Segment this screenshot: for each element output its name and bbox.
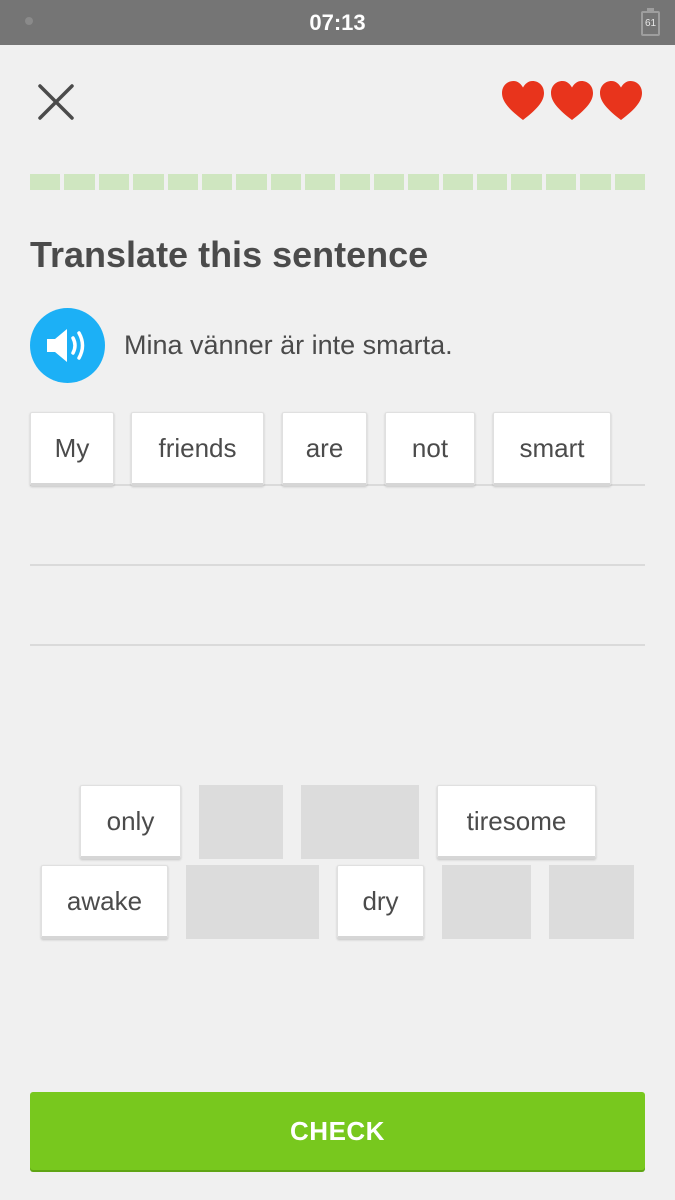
lesson-progress-bar (30, 174, 645, 190)
answer-tile-friends[interactable]: friends (131, 412, 264, 486)
heart-icon (551, 81, 593, 120)
speaker-icon (47, 329, 85, 362)
status-bar: 07:13 61 (0, 0, 675, 45)
word-bank-used-slot (442, 865, 531, 939)
answer-line (30, 564, 645, 566)
close-button[interactable] (34, 80, 78, 124)
progress-segment (201, 174, 233, 190)
progress-segment (442, 174, 474, 190)
word-bank-used-slot (199, 785, 283, 859)
word-bank-tile-only[interactable]: only (80, 785, 181, 859)
answer-tile-my[interactable]: My (30, 412, 114, 486)
progress-segment (339, 174, 370, 190)
play-audio-button[interactable] (30, 308, 105, 383)
progress-segment (167, 174, 198, 190)
word-bank-tile-dry[interactable]: dry (337, 865, 424, 939)
source-sentence: Mina vänner är inte smarta. (124, 330, 453, 360)
battery-icon: 61 (641, 8, 660, 36)
progress-segment (270, 174, 302, 190)
answer-tile-are[interactable]: are (282, 412, 367, 486)
page-title: Translate this sentence (30, 234, 429, 275)
check-button[interactable]: CHECK (30, 1092, 645, 1170)
word-bank-used-slot (549, 865, 634, 939)
progress-segment (133, 174, 164, 190)
heart-icon (600, 81, 642, 120)
word-bank-used-slot (186, 865, 319, 939)
progress-segment (545, 174, 577, 190)
answer-tile-smart[interactable]: smart (493, 412, 611, 486)
answer-line (30, 644, 645, 646)
progress-segment (305, 174, 336, 190)
word-bank-tile-tiresome[interactable]: tiresome (437, 785, 596, 859)
progress-segment (373, 174, 405, 190)
close-icon (38, 84, 74, 120)
word-bank-tile-awake[interactable]: awake (41, 865, 168, 939)
progress-segment (408, 174, 439, 190)
status-time: 07:13 (309, 10, 366, 35)
answer-tile-not[interactable]: not (385, 412, 475, 486)
progress-segment (477, 174, 508, 190)
progress-segment (511, 174, 542, 190)
progress-segment (614, 174, 645, 190)
heart-icon (502, 81, 544, 120)
progress-segment (98, 174, 130, 190)
progress-segment (236, 174, 267, 190)
progress-segment (30, 174, 61, 190)
progress-segment (64, 174, 95, 190)
progress-segment (580, 174, 611, 190)
word-bank-used-slot (301, 785, 419, 859)
